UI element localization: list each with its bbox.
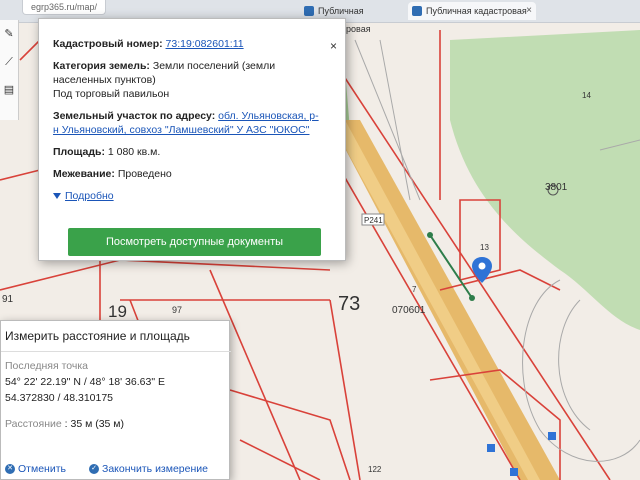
measure-title: Измерить расстояние и площадь — [5, 329, 190, 343]
map-label: 14 — [582, 91, 591, 100]
category-value-cont: населенных пунктов) — [53, 74, 156, 86]
measure-panel: Измерить расстояние и площадь Последняя … — [0, 320, 231, 480]
address-link-cont[interactable]: н Ульяновский, совхоз "Ламшевский" У АЗС… — [53, 124, 309, 136]
distance-value: : 35 м (35 м) — [64, 418, 125, 430]
view-documents-button[interactable]: Посмотреть доступные документы — [68, 228, 321, 256]
cadastral-label: Кадастровый номер: — [53, 38, 163, 50]
boundary-label: Межевание: — [53, 168, 115, 180]
triangle-down-icon — [53, 193, 61, 200]
more-link[interactable]: Подробно — [65, 190, 114, 202]
area-row: Площадь: 1 080 кв.м. — [53, 145, 331, 159]
print-icon[interactable]: ▤ — [0, 76, 18, 104]
tab-favicon-icon — [412, 6, 422, 16]
tab-label: Публичная кадастровая — [426, 6, 527, 16]
map-label: 7 — [412, 285, 417, 294]
area-value: 1 080 кв.м. — [107, 146, 161, 158]
finish-measure-button[interactable]: ✓ Закончить измерение — [89, 463, 208, 475]
coord-dms: 54° 22' 22.19" N / 48° 18' 36.63" E — [5, 376, 165, 388]
cancel-label: Отменить — [18, 463, 66, 475]
map-label: 070601 — [392, 305, 426, 316]
parcel-info-popup: × Кадастровый номер: 73:19:082601:11 Кат… — [38, 18, 346, 261]
category-row: Категория земель: Земли поселений (земли… — [53, 59, 331, 101]
map-label: 91 — [2, 294, 14, 305]
coord-decimal: 54.372830 / 48.310175 — [5, 392, 114, 404]
last-point-label: Последняя точка — [5, 360, 89, 372]
cancel-icon: ✕ — [5, 464, 15, 475]
ruler-icon[interactable]: ⟋ — [0, 48, 18, 76]
map-label: 122 — [368, 465, 382, 474]
close-icon[interactable]: × — [330, 39, 337, 53]
address-row: Земельный участок по адресу: обл. Ульяно… — [53, 109, 331, 137]
divider — [1, 351, 231, 352]
category-value: Земли поселений (земли — [152, 60, 276, 72]
cadastral-row: Кадастровый номер: 73:19:082601:11 — [53, 37, 331, 51]
tab-favicon-icon — [304, 6, 314, 16]
category-label: Категория земель: — [53, 60, 150, 72]
map-label: 19 — [108, 302, 127, 321]
check-icon: ✓ — [89, 464, 99, 475]
area-label: Площадь: — [53, 146, 105, 158]
map-label: 97 — [172, 305, 182, 315]
address-link[interactable]: обл. Ульяновская, р- — [218, 110, 318, 122]
road-label: Р241 — [364, 216, 383, 225]
boundary-row: Межевание: Проведено — [53, 167, 331, 181]
boundary-value: Проведено — [117, 168, 172, 180]
map-label: 3801 — [545, 182, 568, 193]
cancel-button[interactable]: ✕ Отменить — [5, 463, 66, 475]
map-label: 13 — [480, 243, 489, 252]
category-extra: Под торговый павильон — [53, 88, 170, 100]
distance-label: Расстояние — [5, 418, 62, 430]
map-toolbar: ✎ ⟋ ▤ — [0, 20, 19, 120]
pencil-icon[interactable]: ✎ — [0, 20, 18, 48]
address-bar[interactable]: egrp365.ru/map/ — [22, 0, 107, 15]
more-toggle[interactable]: Подробно — [53, 189, 331, 203]
map-label: 73 — [338, 293, 360, 315]
finish-label: Закончить измерение — [102, 463, 208, 475]
tab-close-icon[interactable]: × — [526, 2, 532, 20]
browser-tab-active[interactable]: Публичная кадастровая × — [408, 2, 536, 20]
distance-row: Расстояние : 35 м (35 м) — [5, 418, 229, 430]
cadastral-number-link[interactable]: 73:19:082601:11 — [166, 38, 244, 50]
address-label: Земельный участок по адресу: — [53, 110, 216, 122]
